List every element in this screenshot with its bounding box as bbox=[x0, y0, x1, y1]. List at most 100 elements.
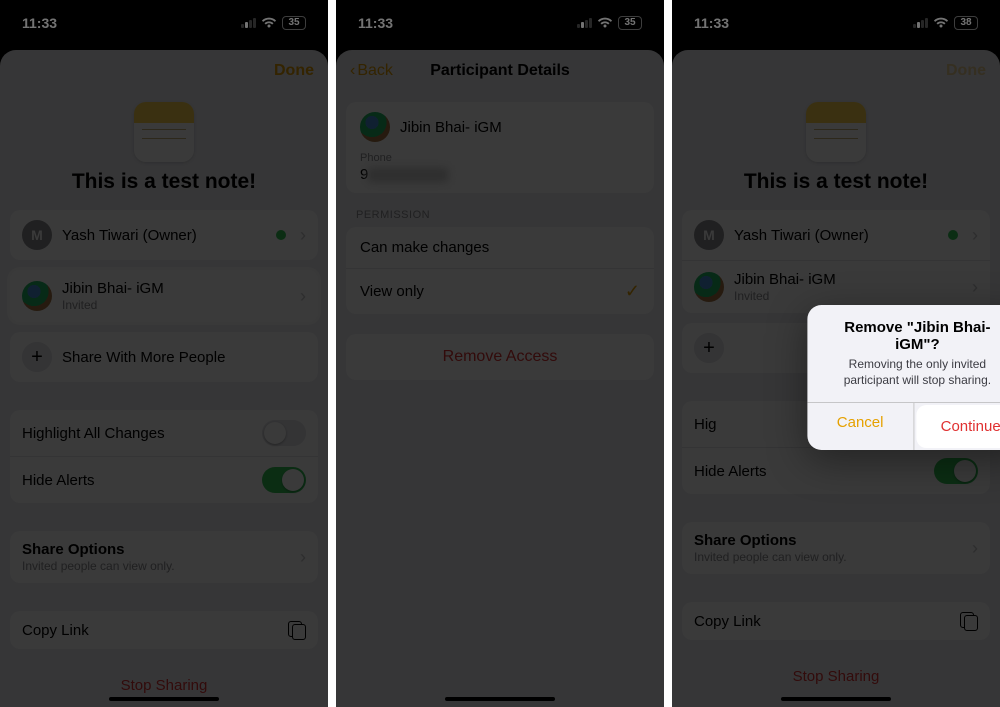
status-right: 38 bbox=[913, 16, 978, 30]
copy-icon bbox=[960, 612, 978, 630]
highlight-toggle[interactable] bbox=[262, 420, 306, 446]
header-title: Participant Details bbox=[336, 62, 664, 80]
phone-label: Phone bbox=[360, 152, 640, 164]
owner-avatar: M bbox=[694, 220, 724, 250]
owner-row[interactable]: M Yash Tiwari (Owner) › bbox=[682, 210, 990, 261]
notes-app-icon bbox=[806, 102, 866, 162]
share-sheet: Done This is a test note! M Yash Tiwari … bbox=[0, 50, 328, 707]
modal-message: Removing the only invited participant wi… bbox=[807, 357, 1000, 402]
continue-button[interactable]: Continue bbox=[918, 407, 1000, 446]
home-indicator[interactable] bbox=[781, 697, 891, 701]
participant-name: Jibin Bhai- iGM bbox=[62, 280, 290, 297]
status-bar: 11:33 38 bbox=[672, 0, 1000, 40]
copy-link-row[interactable]: Copy Link bbox=[10, 611, 318, 649]
status-right: 35 bbox=[577, 16, 642, 30]
remove-confirmation-modal: Remove "Jibin Bhai- iGM"? Removing the o… bbox=[807, 305, 1000, 450]
hide-alerts-row[interactable]: Hide Alerts bbox=[682, 448, 990, 494]
sheet-header: Done bbox=[672, 50, 1000, 92]
owner-name: Yash Tiwari (Owner) bbox=[734, 227, 938, 244]
perm-can-edit-row[interactable]: Can make changes bbox=[346, 227, 654, 269]
note-title: This is a test note! bbox=[672, 170, 1000, 194]
cellular-icon bbox=[241, 18, 256, 28]
participant-avatar bbox=[694, 272, 724, 302]
owner-name: Yash Tiwari (Owner) bbox=[62, 227, 266, 244]
share-options-sub: Invited people can view only. bbox=[694, 550, 962, 564]
hide-alerts-toggle[interactable] bbox=[262, 467, 306, 493]
participant-avatar bbox=[22, 281, 52, 311]
share-options-row[interactable]: Share Options Invited people can view on… bbox=[682, 522, 990, 574]
owner-row[interactable]: M Yash Tiwari (Owner) › bbox=[10, 210, 318, 260]
note-title: This is a test note! bbox=[0, 170, 328, 194]
participant-name: Jibin Bhai- iGM bbox=[734, 271, 962, 288]
checkmark-icon: ✓ bbox=[625, 281, 640, 302]
participant-row[interactable]: Jibin Bhai- iGM Invited › bbox=[10, 270, 318, 322]
participant-status: Invited bbox=[62, 298, 290, 312]
chevron-right-icon: › bbox=[300, 286, 306, 307]
status-bar: 11:33 35 bbox=[0, 0, 328, 40]
redacted-phone bbox=[368, 168, 448, 182]
highlight-changes-label: Highlight All Changes bbox=[22, 425, 252, 442]
notes-app-icon bbox=[134, 102, 194, 162]
screenshot-1: 11:33 35 Done This is a test note! M Yas… bbox=[0, 0, 328, 707]
chevron-right-icon: › bbox=[972, 277, 978, 298]
contact-card: Jibin Bhai- iGM Phone 9 bbox=[346, 102, 654, 193]
status-time: 11:33 bbox=[358, 15, 393, 31]
share-options-sub: Invited people can view only. bbox=[22, 559, 290, 573]
status-bar: 11:33 35 bbox=[336, 0, 664, 40]
participant-details-sheet: ‹ Back Participant Details Jibin Bhai- i… bbox=[336, 50, 664, 707]
chevron-right-icon: › bbox=[972, 538, 978, 559]
hide-alerts-row[interactable]: Hide Alerts bbox=[10, 457, 318, 503]
highlight-changes-row[interactable]: Highlight All Changes bbox=[10, 410, 318, 457]
owner-avatar: M bbox=[22, 220, 52, 250]
copy-link-row[interactable]: Copy Link bbox=[682, 602, 990, 640]
share-more-row[interactable]: + Share With More People bbox=[10, 332, 318, 382]
participant-name: Jibin Bhai- iGM bbox=[400, 119, 502, 136]
sheet-header: Done bbox=[0, 50, 328, 92]
wifi-icon bbox=[933, 17, 949, 29]
online-dot-icon bbox=[276, 230, 286, 240]
chevron-right-icon: › bbox=[300, 547, 306, 568]
online-dot-icon bbox=[948, 230, 958, 240]
modal-title: Remove "Jibin Bhai- iGM"? bbox=[807, 305, 1000, 357]
wifi-icon bbox=[261, 17, 277, 29]
battery-icon: 35 bbox=[618, 16, 642, 30]
perm-view-only-label: View only bbox=[360, 283, 424, 300]
battery-icon: 35 bbox=[282, 16, 306, 30]
remove-access-button[interactable]: Remove Access bbox=[346, 334, 654, 380]
chevron-right-icon: › bbox=[972, 225, 978, 246]
status-time: 11:33 bbox=[694, 15, 729, 31]
plus-icon: + bbox=[22, 342, 52, 372]
phone-value: 9 bbox=[360, 166, 640, 183]
plus-icon: + bbox=[694, 333, 724, 363]
screenshot-2: 11:33 35 ‹ Back Participant Details Jibi… bbox=[336, 0, 664, 707]
sheet-header: ‹ Back Participant Details bbox=[336, 50, 664, 92]
status-right: 35 bbox=[241, 16, 306, 30]
copy-link-label: Copy Link bbox=[22, 622, 278, 639]
cancel-button[interactable]: Cancel bbox=[807, 403, 914, 450]
perm-view-only-row[interactable]: View only ✓ bbox=[346, 269, 654, 314]
participant-status: Invited bbox=[734, 289, 962, 303]
done-button[interactable]: Done bbox=[274, 62, 314, 80]
share-more-label: Share With More People bbox=[62, 349, 306, 366]
copy-link-label: Copy Link bbox=[694, 613, 950, 630]
cellular-icon bbox=[913, 18, 928, 28]
battery-icon: 38 bbox=[954, 16, 978, 30]
perm-can-edit-label: Can make changes bbox=[360, 239, 489, 256]
screenshot-3: 11:33 38 Done This is a test note! M Yas… bbox=[672, 0, 1000, 707]
hide-alerts-label: Hide Alerts bbox=[22, 472, 252, 489]
participant-avatar bbox=[360, 112, 390, 142]
chevron-right-icon: › bbox=[300, 225, 306, 246]
done-button[interactable]: Done bbox=[946, 62, 986, 80]
home-indicator[interactable] bbox=[445, 697, 555, 701]
share-options-row[interactable]: Share Options Invited people can view on… bbox=[10, 531, 318, 583]
copy-icon bbox=[288, 621, 306, 639]
share-options-title: Share Options bbox=[694, 532, 962, 549]
status-time: 11:33 bbox=[22, 15, 57, 31]
cellular-icon bbox=[577, 18, 592, 28]
hide-alerts-label: Hide Alerts bbox=[694, 463, 924, 480]
wifi-icon bbox=[597, 17, 613, 29]
hide-alerts-toggle[interactable] bbox=[934, 458, 978, 484]
share-options-title: Share Options bbox=[22, 541, 290, 558]
home-indicator[interactable] bbox=[109, 697, 219, 701]
permission-header: PERMISSION bbox=[356, 209, 644, 221]
